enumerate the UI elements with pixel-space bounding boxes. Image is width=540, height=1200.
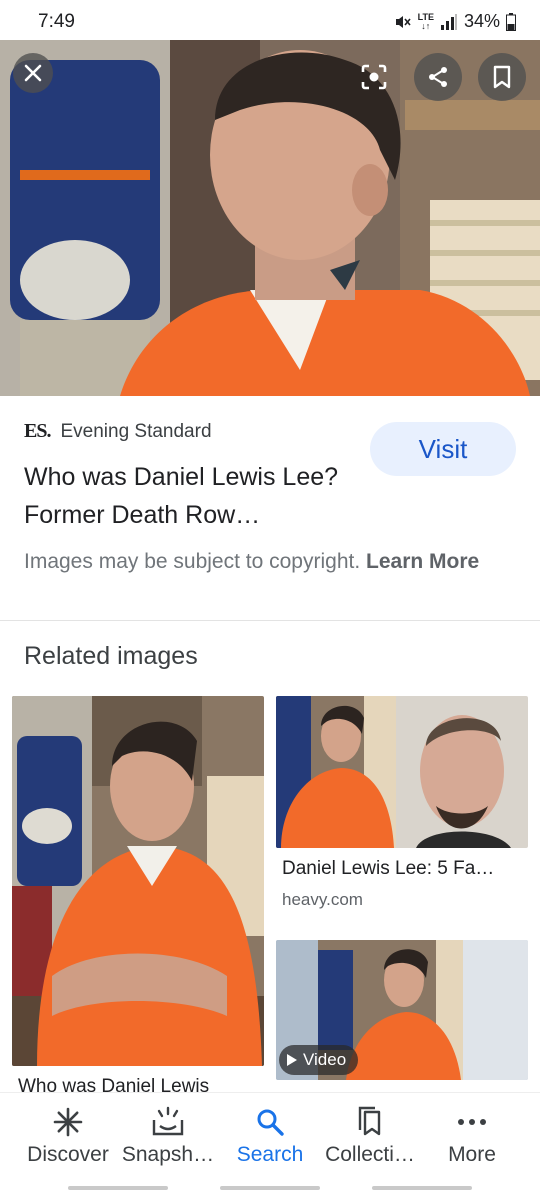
status-bar: 7:49 LTE ↓↑ 34% (0, 0, 540, 40)
nav-discover[interactable]: Discover (14, 1105, 122, 1167)
share-icon (429, 67, 447, 87)
gesture-bar-center (220, 1186, 320, 1190)
snapshot-icon (152, 1106, 184, 1136)
signal-icon (440, 13, 457, 30)
related-images-heading: Related images (24, 642, 198, 670)
source-row[interactable]: ES. Evening Standard (24, 420, 212, 443)
video-badge: Video (279, 1045, 359, 1075)
lens-icon (361, 64, 387, 90)
nav-snapshot[interactable]: Snapsh… (114, 1105, 222, 1167)
more-dots-icon (458, 1119, 486, 1125)
lte-indicator: LTE ↓↑ (417, 11, 434, 31)
nav-collections-label: Collecti… (325, 1143, 415, 1166)
share-button[interactable] (414, 53, 462, 101)
nav-snapshot-label: Snapsh… (121, 1143, 215, 1166)
gesture-bar-right (372, 1186, 472, 1190)
collections-icon (358, 1106, 381, 1136)
related-image-1-photo (12, 696, 264, 1066)
nav-more[interactable]: More (418, 1105, 526, 1167)
bottom-navigation: Discover Snapsh… Search Collecti… More (0, 1092, 540, 1200)
play-icon (287, 1054, 297, 1066)
battery-icon (506, 12, 516, 31)
bookmark-icon (493, 65, 511, 89)
save-button[interactable] (478, 53, 526, 101)
nav-search[interactable]: Search (216, 1105, 324, 1167)
nav-discover-label: Discover (27, 1143, 109, 1166)
search-icon (257, 1109, 284, 1136)
learn-more-link[interactable]: Learn More (366, 550, 479, 573)
nav-collections[interactable]: Collecti… (316, 1105, 424, 1167)
gesture-bar-left (68, 1186, 168, 1190)
lens-button[interactable] (350, 53, 398, 101)
related-image-2-caption[interactable]: Daniel Lewis Lee: 5 Fa… (282, 858, 494, 880)
copyright-notice: Images may be subject to copyright. Lear… (24, 546, 524, 577)
close-icon (24, 64, 42, 82)
related-image-1[interactable] (12, 696, 264, 1066)
close-button[interactable] (13, 53, 53, 93)
related-image-2-photo (276, 696, 528, 848)
visit-button[interactable]: Visit (370, 422, 516, 476)
source-logo: ES. (24, 420, 51, 442)
result-title[interactable]: Who was Daniel Lewis Lee? Former Death R… (24, 458, 354, 534)
mute-icon (395, 15, 411, 28)
battery-percent: 34% (463, 11, 500, 31)
related-image-2[interactable] (276, 696, 528, 848)
status-icons: LTE ↓↑ 34% (394, 11, 516, 32)
status-time: 7:49 (38, 11, 75, 32)
source-name: Evening Standard (60, 420, 212, 442)
main-image-photo (0, 40, 540, 396)
nav-search-label: Search (236, 1143, 304, 1166)
copyright-text: Images may be subject to copyright. (24, 550, 361, 573)
related-image-2-domain: heavy.com (282, 890, 363, 909)
nav-more-label: More (448, 1143, 496, 1166)
video-badge-label: Video (303, 1050, 347, 1069)
divider (0, 620, 540, 621)
main-image[interactable] (0, 40, 540, 396)
asterisk-icon (53, 1107, 83, 1137)
